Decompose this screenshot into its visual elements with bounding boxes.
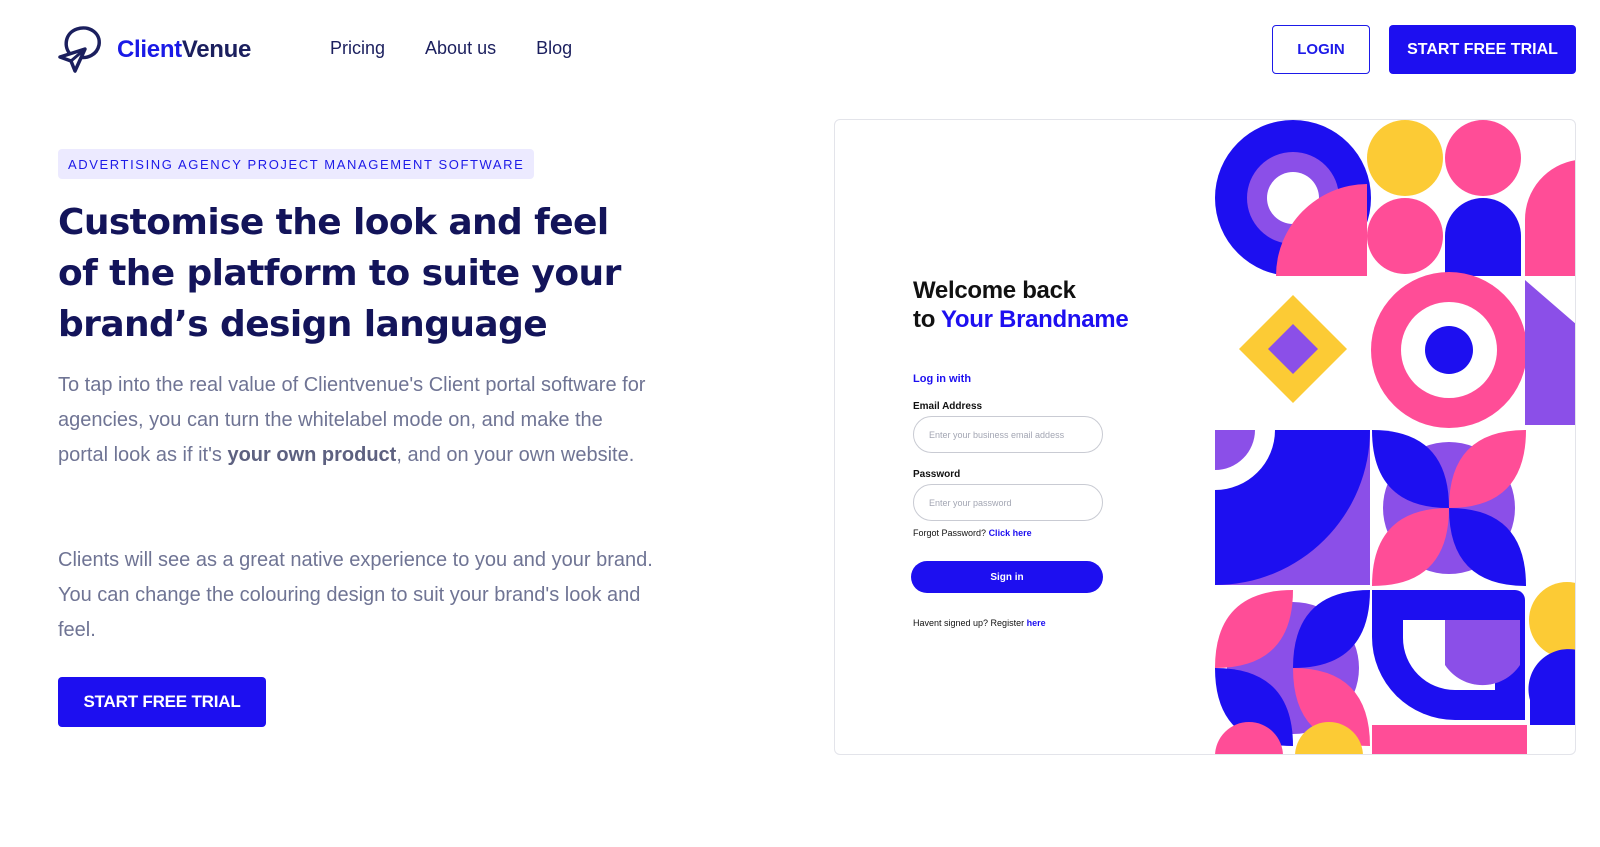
hero-paragraph-2: Clients will see as a great native exper… [58, 549, 653, 641]
forgot-text: Forgot Password? [913, 528, 987, 538]
nav-link-blog[interactable]: Blog [536, 38, 572, 59]
email-label: Email Address [913, 401, 983, 412]
paper-plane-logo-icon [58, 26, 101, 73]
signup-row: Havent signed up? Register here [913, 618, 1046, 628]
welcome-heading: Welcome back to Your Brandname [913, 276, 1129, 334]
login-button[interactable]: LOGIN [1272, 25, 1370, 74]
logo-wordmark: ClientVenue [117, 36, 252, 63]
password-label: Password [913, 469, 961, 480]
signup-text: Havent signed up? Register [913, 618, 1025, 628]
main-nav: Pricing About us Blog [330, 38, 572, 59]
brand-logo[interactable]: ClientVenue [57, 25, 251, 75]
brand-name: Your Brandname [941, 306, 1129, 333]
paragraph-text-end: , and on your own website. [396, 444, 635, 466]
hero-headline: Customise the look and feel of the platf… [58, 202, 621, 345]
sign-in-button[interactable]: Sign in [911, 561, 1103, 593]
site-header: ClientVenue Pricing About us Blog LOGIN … [0, 0, 1600, 100]
nav-link-pricing[interactable]: Pricing [330, 38, 385, 59]
header-start-free-trial-button[interactable]: START FREE TRIAL [1389, 25, 1576, 74]
register-link[interactable]: here [1027, 618, 1046, 628]
welcome-line: Welcome back [913, 277, 1076, 304]
forgot-password-link[interactable]: Click here [989, 528, 1032, 538]
email-field[interactable] [913, 416, 1103, 453]
login-with-label: Log in with [913, 373, 972, 385]
hero-paragraph-1: To tap into the real value of Clientvenu… [58, 368, 658, 473]
category-tag: ADVERTISING AGENCY PROJECT MANAGEMENT SO… [58, 149, 535, 179]
geometric-pattern-artwork [1215, 120, 1575, 754]
nav-link-about-us[interactable]: About us [425, 38, 496, 59]
password-field[interactable] [913, 484, 1103, 521]
login-preview-card: Welcome back to Your Brandname Log in wi… [834, 119, 1576, 755]
welcome-to: to [913, 306, 936, 333]
hero-start-free-trial-button[interactable]: START FREE TRIAL [58, 677, 266, 727]
welcome-brand-line: to Your Brandname [913, 305, 1129, 334]
forgot-password-row: Forgot Password? Click here [913, 528, 1032, 538]
paragraph-emphasis: your own product [227, 444, 397, 466]
